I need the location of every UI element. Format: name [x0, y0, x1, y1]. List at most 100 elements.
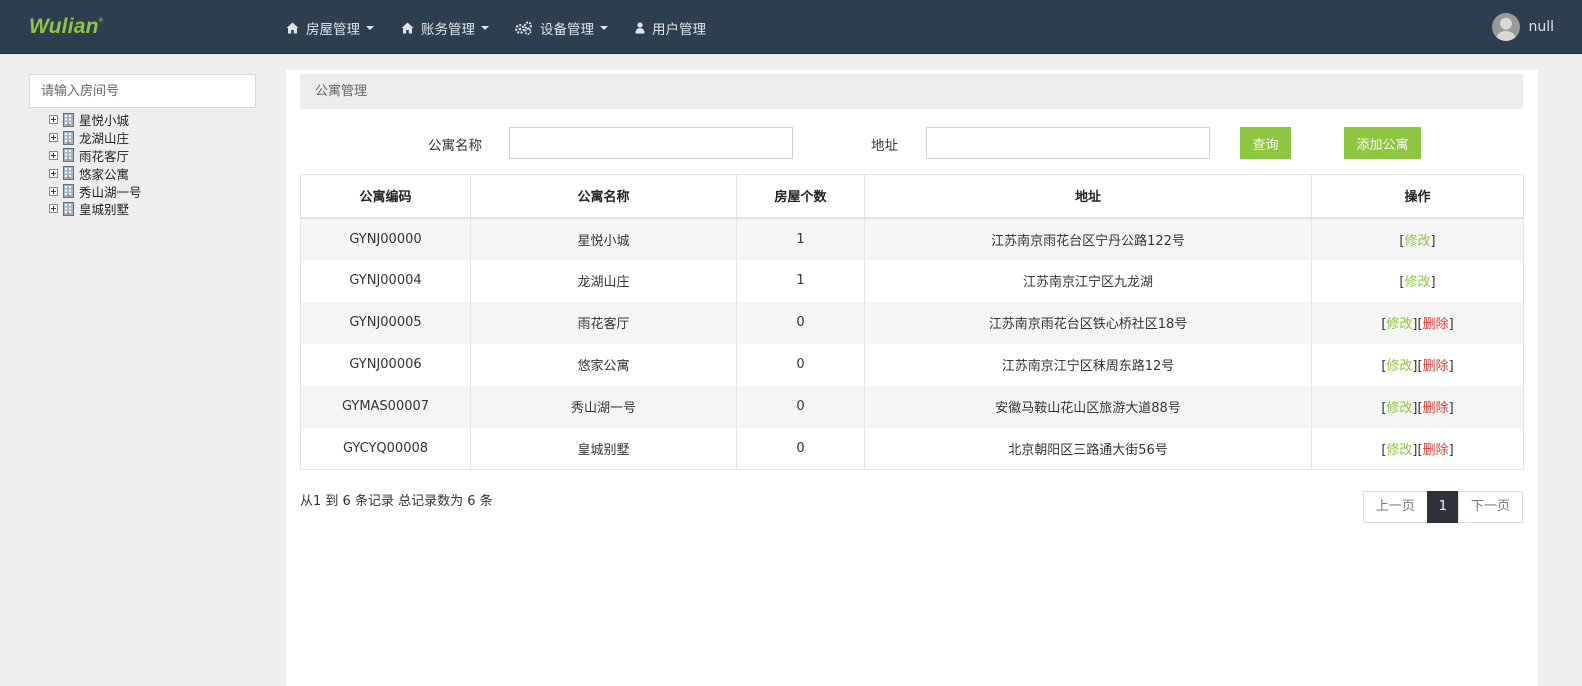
expand-icon[interactable]: [49, 133, 58, 143]
edit-link[interactable]: 修改: [1404, 275, 1430, 290]
cell-actions: [修改]: [1311, 259, 1524, 302]
column-header-address[interactable]: 地址: [864, 174, 1312, 219]
column-header-name[interactable]: 公寓名称: [470, 174, 737, 219]
edit-link[interactable]: 修改: [1386, 443, 1412, 458]
room-search-input[interactable]: [29, 74, 256, 108]
records-summary: 从1 到 6 条记录 总记录数为 6 条: [300, 494, 493, 509]
tree-node-label: 龙湖山庄: [79, 131, 130, 147]
tree-node[interactable]: 龙湖山庄: [49, 129, 142, 147]
column-header-count[interactable]: 房屋个数: [736, 174, 865, 219]
cell-count: 0: [736, 385, 865, 428]
delete-link[interactable]: 删除: [1423, 359, 1449, 374]
table-row: GYCYQ00008 皇城别墅 0 北京朝阳区三路通大街56号 [修改][删除]: [300, 427, 1524, 470]
home-icon: [284, 21, 300, 35]
tree-node[interactable]: 雨花客厅: [49, 147, 142, 165]
cell-address: 江苏南京江宁区秣周东路12号: [864, 343, 1312, 386]
nav-housing-menu[interactable]: 房屋管理: [284, 18, 374, 38]
avatar: [1492, 13, 1521, 41]
table-row: GYNJ00004 龙湖山庄 1 江苏南京江宁区九龙湖 [修改]: [300, 259, 1524, 302]
chevron-down-icon: [600, 26, 608, 30]
cell-code: GYCYQ00008: [300, 427, 471, 470]
tree-node-label: 秀山湖一号: [79, 184, 142, 200]
delete-link[interactable]: 删除: [1423, 401, 1449, 416]
query-button[interactable]: 查询: [1240, 127, 1291, 159]
cell-address: 北京朝阳区三路通大街56号: [864, 427, 1312, 470]
apartment-name-input[interactable]: [509, 127, 793, 159]
table-header-row: 公寓编码 公寓名称 房屋个数 地址 操作: [300, 174, 1524, 219]
expand-icon[interactable]: [49, 115, 58, 125]
cell-name: 雨花客厅: [470, 301, 737, 344]
building-icon: [63, 148, 74, 163]
apartment-table: 公寓编码 公寓名称 房屋个数 地址 操作 GYNJ00000 星悦小城 1 江苏…: [300, 174, 1524, 470]
cell-address: 江苏南京雨花台区宁丹公路122号: [864, 217, 1312, 260]
building-icon: [63, 166, 74, 181]
prev-page-button[interactable]: 上一页: [1362, 491, 1428, 523]
tree-node[interactable]: 悠家公寓: [49, 164, 142, 182]
panel-title: 公寓管理: [300, 74, 1523, 109]
cell-code: GYMAS00007: [300, 385, 471, 428]
table-row: GYNJ00006 悠家公寓 0 江苏南京江宁区秣周东路12号 [修改][删除]: [300, 343, 1524, 386]
building-icon: [63, 112, 74, 127]
tree-node[interactable]: 星悦小城: [49, 111, 142, 129]
cell-address: 江苏南京江宁区九龙湖: [864, 259, 1312, 302]
tree-node-label: 星悦小城: [79, 113, 130, 129]
user-menu[interactable]: null: [1492, 13, 1554, 41]
building-icon: [63, 130, 74, 145]
delete-link[interactable]: 删除: [1423, 317, 1449, 332]
apartment-name-label: 公寓名称: [428, 138, 482, 154]
building-icon: [63, 201, 74, 216]
expand-icon[interactable]: [49, 204, 58, 214]
cell-code: GYNJ00004: [300, 259, 471, 302]
cell-actions: [修改][删除]: [1311, 301, 1524, 344]
edit-link[interactable]: 修改: [1386, 401, 1412, 416]
cell-count: 1: [736, 259, 865, 302]
top-navbar: Wulian® 房屋管理 账务管理 设备管理 用户管理 null: [0, 0, 1582, 54]
next-page-button[interactable]: 下一页: [1457, 491, 1523, 523]
tree-node[interactable]: 皇城别墅: [49, 200, 142, 218]
tree-node-label: 悠家公寓: [79, 166, 130, 182]
cell-name: 龙湖山庄: [470, 259, 737, 302]
cell-code: GYNJ00006: [300, 343, 471, 386]
cell-code: GYNJ00005: [300, 301, 471, 344]
cell-count: 0: [736, 427, 865, 470]
add-apartment-button[interactable]: 添加公寓: [1344, 127, 1421, 159]
expand-icon[interactable]: [49, 186, 58, 196]
edit-link[interactable]: 修改: [1386, 359, 1412, 374]
table-row: GYNJ00005 雨花客厅 0 江苏南京雨花台区铁心桥社区18号 [修改][删…: [300, 301, 1524, 344]
cell-count: 1: [736, 217, 865, 260]
nav-users-label: 用户管理: [652, 22, 706, 38]
column-header-actions[interactable]: 操作: [1311, 174, 1524, 219]
edit-link[interactable]: 修改: [1386, 317, 1412, 332]
edit-link[interactable]: 修改: [1404, 234, 1430, 249]
nav-devices-label: 设备管理: [540, 22, 594, 38]
expand-icon[interactable]: [49, 150, 58, 160]
column-header-code[interactable]: 公寓编码: [300, 174, 471, 219]
pagination: 上一页 1 下一页: [1362, 491, 1523, 523]
table-row: GYMAS00007 秀山湖一号 0 安徽马鞍山花山区旅游大道88号 [修改][…: [300, 385, 1524, 428]
nav-users-menu[interactable]: 用户管理: [634, 18, 706, 38]
nav-devices-menu[interactable]: 设备管理: [514, 18, 608, 38]
cell-actions: [修改][删除]: [1311, 343, 1524, 386]
cell-count: 0: [736, 343, 865, 386]
main-panel: 公寓管理 公寓名称 地址 查询 添加公寓 公寓编码 公寓名称 房屋个数 地址 操…: [286, 70, 1538, 686]
page-button[interactable]: 1: [1426, 491, 1459, 523]
cell-actions: [修改][删除]: [1311, 427, 1524, 470]
brand-registered-mark: ®: [98, 18, 104, 24]
delete-link[interactable]: 删除: [1423, 443, 1449, 458]
cell-address: 安徽马鞍山花山区旅游大道88号: [864, 385, 1312, 428]
cell-code: GYNJ00000: [300, 217, 471, 260]
chevron-down-icon: [481, 26, 489, 30]
user-icon: [634, 21, 646, 35]
cell-name: 悠家公寓: [470, 343, 737, 386]
address-input[interactable]: [926, 127, 1210, 159]
cogs-icon: [514, 21, 534, 35]
cell-actions: [修改]: [1311, 217, 1524, 260]
nav-accounts-menu[interactable]: 账务管理: [399, 18, 489, 38]
tree-node[interactable]: 秀山湖一号: [49, 182, 142, 200]
tree-node-label: 雨花客厅: [79, 149, 130, 164]
cell-actions: [修改][删除]: [1311, 385, 1524, 428]
home-icon: [399, 21, 415, 35]
nav-accounts-label: 账务管理: [421, 22, 475, 38]
brand-logo[interactable]: Wulian®: [29, 15, 103, 39]
expand-icon[interactable]: [49, 168, 58, 178]
